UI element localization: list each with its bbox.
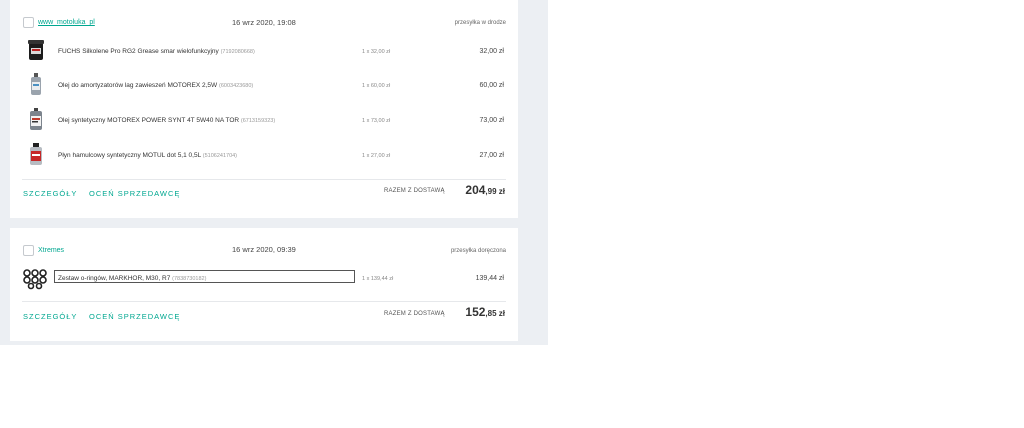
rate-seller-link[interactable]: OCEŃ SPRZEDAWCĘ [89,189,180,198]
order-total: 204,99 zł [465,183,505,197]
divider [22,179,506,180]
order-item[interactable]: FUCHS Silkolene Pro RG2 Grease smar wiel… [10,38,518,66]
item-name[interactable]: Zestaw o-ringów, MARKHOR, M30, R7 (78387… [58,275,206,282]
details-link[interactable]: SZCZEGÓŁY [23,189,77,198]
brake-fluid-icon [30,143,42,165]
item-quantity: 1 x 32,00 zł [362,49,391,55]
item-name[interactable]: FUCHS Silkolene Pro RG2 Grease smar wiel… [58,48,255,55]
item-name[interactable]: Płyn hamulcowy syntetyczny MOTUL dot 5,1… [58,152,237,159]
order-date: 16 wrz 2020, 09:39 [232,245,296,254]
item-quantity: 1 x 60,00 zł [362,83,391,89]
details-link[interactable]: SZCZEGÓŁY [23,312,77,321]
oil-bottle-icon [31,73,41,95]
order-checkbox[interactable] [23,17,34,28]
order-card: www_motoluka_pl 16 wrz 2020, 19:08 przes… [10,0,518,218]
order-checkbox[interactable] [23,245,34,256]
order-item[interactable]: Zestaw o-ringów, MARKHOR, M30, R7 (78387… [10,267,518,295]
order-status: przesyłka w drodze [454,20,506,26]
order-status: przesyłka doręczona [450,248,506,254]
item-price: 32,00 zł [479,48,504,55]
grease-tub-icon [28,40,44,60]
order-item[interactable]: Olej syntetyczny MOTOREX POWER SYNT 4T 5… [10,107,518,135]
item-name[interactable]: Olej syntetyczny MOTOREX POWER SYNT 4T 5… [58,117,275,124]
rate-seller-link[interactable]: OCEŃ SPRZEDAWCĘ [89,312,180,321]
item-price: 60,00 zł [479,82,504,89]
oil-can-icon [30,108,42,130]
item-quantity: 1 x 73,00 zł [362,118,391,124]
seller-link[interactable]: www_motoluka_pl [38,19,95,26]
item-price: 139,44 zł [475,275,504,282]
divider [22,301,506,302]
item-quantity: 1 x 139,44 zł [362,276,394,282]
order-item[interactable]: Olej do amortyzatorów lag zawieszeń MOTO… [10,72,518,100]
order-date: 16 wrz 2020, 19:08 [232,18,296,27]
seller-link[interactable]: Xtremes [38,247,64,254]
total-label: RAZEM Z DOSTAWĄ [384,188,445,194]
order-total: 152,85 zł [465,305,505,319]
order-item[interactable]: Płyn hamulcowy syntetyczny MOTUL dot 5,1… [10,142,518,170]
item-name[interactable]: Olej do amortyzatorów lag zawieszeń MOTO… [58,82,253,89]
item-quantity: 1 x 27,00 zł [362,153,391,159]
total-label: RAZEM Z DOSTAWĄ [384,311,445,317]
item-price: 27,00 zł [479,152,504,159]
order-card: Xtremes 16 wrz 2020, 09:39 przesyłka dor… [10,228,518,341]
item-price: 73,00 zł [479,117,504,124]
o-rings-icon [23,269,47,290]
